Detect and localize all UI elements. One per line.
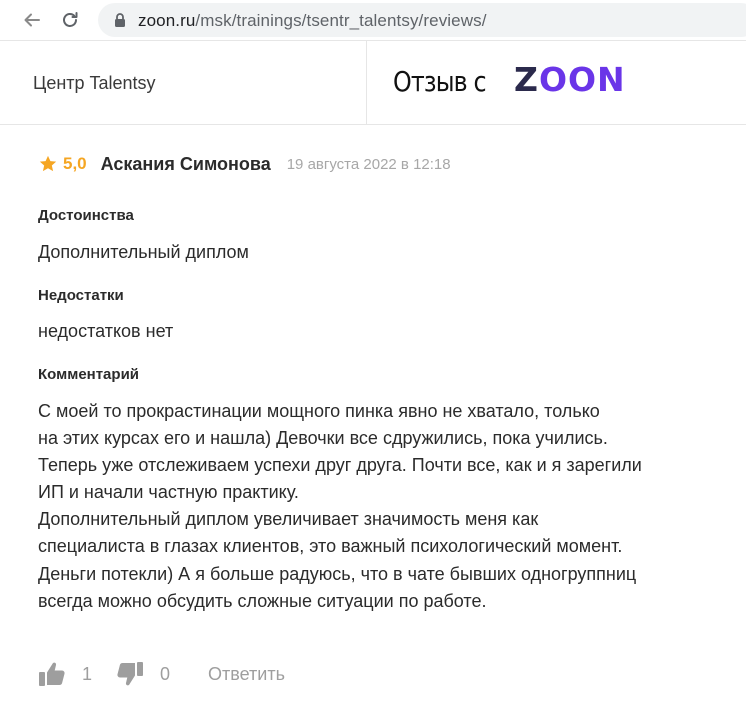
review-date: 19 августа 2022 в 12:18: [286, 155, 451, 173]
url-host: zoon.ru: [138, 11, 196, 30]
comment-line: всегда можно обсудить сложные ситуации п…: [38, 590, 487, 611]
reply-button[interactable]: Ответить: [208, 664, 285, 685]
review-actions: 1 0 Ответить: [38, 660, 285, 688]
thumbs-down-icon[interactable]: [116, 661, 144, 687]
comment-body: С моей то прокрастинации мощного пинка я…: [38, 398, 738, 615]
comment-line: С моей то прокрастинации мощного пинка я…: [38, 401, 600, 421]
comment-line: Дополнительный диплом увеличивает значим…: [38, 509, 539, 530]
rating-value: 5,0: [63, 154, 87, 173]
comment-line: ИП и начали частную практику.: [38, 482, 299, 503]
review-meta: 5,0 Аскания Симонова 19 августа 2022 в 1…: [38, 153, 451, 175]
header-divider: [366, 41, 367, 124]
divider: [0, 124, 746, 125]
logo-letter-z: Z: [514, 60, 539, 99]
comment-line: на этих курсах его и нашла) Девочки все …: [38, 428, 608, 449]
author-name[interactable]: Аскания Симонова: [101, 154, 271, 175]
comment-line: Деньги потекли) А я больше радуюсь, что …: [38, 563, 637, 584]
url-path: /msk/trainings/tsentr_talentsy/reviews/: [195, 11, 487, 30]
likes-count: 1: [82, 663, 93, 684]
organization-name[interactable]: Центр Talentsy: [33, 73, 156, 94]
comment-line: специалиста в глазах клиентов, это важны…: [38, 536, 623, 557]
reload-icon[interactable]: [58, 8, 82, 32]
back-arrow-icon[interactable]: [20, 8, 44, 32]
thumbs-up-icon[interactable]: [38, 661, 66, 687]
url-text[interactable]: zoon.ru/msk/trainings/tsentr_talentsy/re…: [138, 11, 487, 31]
dislikes-count: 0: [160, 663, 171, 684]
review-source-label: Отзыв с: [393, 65, 487, 98]
star-icon: [39, 155, 57, 172]
comment-line: Теперь уже отслеживаем успехи друг друга…: [38, 455, 642, 476]
zoon-logo[interactable]: ZOON: [514, 60, 626, 99]
lock-icon[interactable]: [112, 12, 128, 28]
logo-letters-oon: OON: [538, 60, 626, 99]
review-header: Центр Talentsy Отзыв с ZOON: [0, 41, 746, 124]
cons-text: недостатков нет: [38, 321, 174, 341]
address-bar[interactable]: zoon.ru/msk/trainings/tsentr_talentsy/re…: [98, 3, 746, 37]
browser-toolbar: zoon.ru/msk/trainings/tsentr_talentsy/re…: [0, 0, 746, 40]
cons-title: Недостатки: [38, 287, 124, 304]
pros-text: Дополнительный диплом: [38, 242, 249, 262]
pros-title: Достоинства: [38, 207, 134, 224]
comment-title: Комментарий: [38, 366, 140, 383]
